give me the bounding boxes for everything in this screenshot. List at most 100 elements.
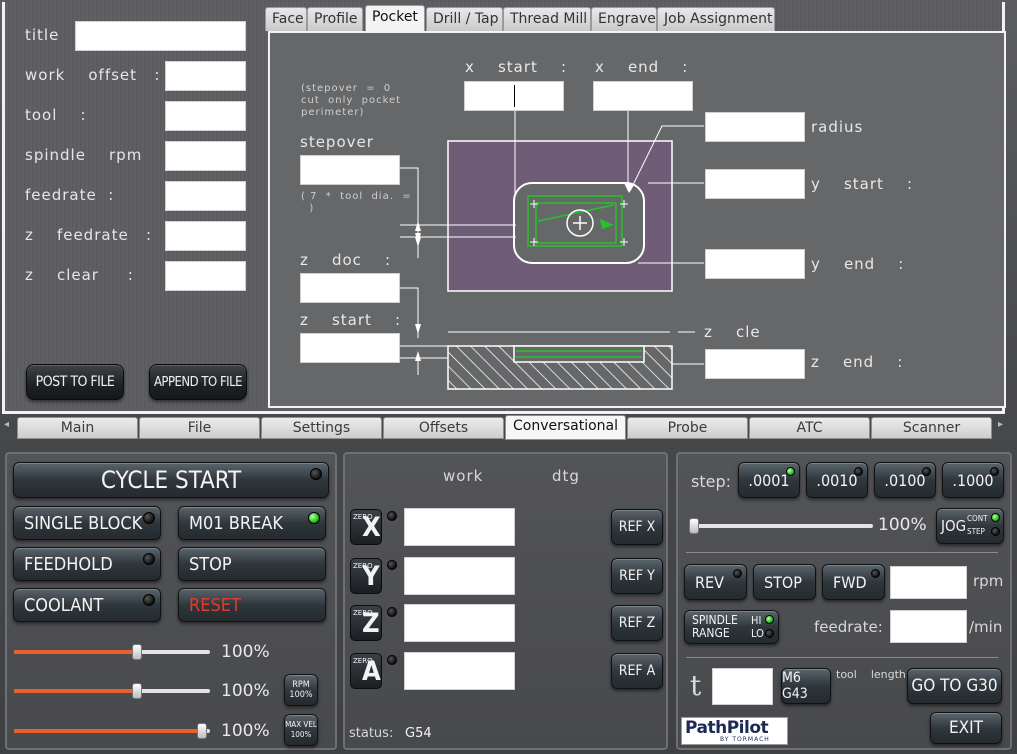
cont-label: CONT — [967, 514, 988, 523]
feed-override-value: 100% — [221, 642, 270, 662]
tab-pocket[interactable]: Pocket — [365, 5, 425, 32]
tab-probe[interactable]: Probe — [627, 417, 748, 439]
go-to-g30-button[interactable]: GO TO G30 — [907, 668, 1002, 704]
jog-speed-slider[interactable] — [689, 518, 873, 534]
ref-x-button[interactable]: REF X — [611, 509, 663, 545]
step-0001-label: .0001 — [748, 470, 790, 490]
spindle-rpm-input[interactable] — [165, 141, 246, 171]
ref-y-button[interactable]: REF Y — [611, 558, 663, 594]
feedrate-input[interactable] — [165, 181, 246, 211]
step-label: step: — [691, 472, 731, 491]
jog-mode-button[interactable]: JOG CONT STEP — [936, 508, 1004, 544]
x-start-input[interactable] — [464, 81, 564, 111]
tab-scroll-left-icon[interactable]: ◂ — [4, 419, 14, 435]
cycle-start-button[interactable]: CYCLE START — [13, 462, 329, 498]
title-input[interactable] — [75, 21, 246, 51]
feedhold-button[interactable]: FEEDHOLD — [13, 547, 161, 581]
fwd-label: FWD — [833, 572, 867, 592]
rpm-input[interactable] — [890, 566, 967, 599]
jog-speed-knob[interactable] — [689, 518, 699, 534]
maxvel-override-slider[interactable] — [14, 723, 210, 739]
z-end-input[interactable] — [705, 349, 805, 379]
reset-button[interactable]: RESET — [178, 588, 326, 622]
tab-offsets[interactable]: Offsets — [383, 417, 504, 439]
y-end-input[interactable] — [705, 249, 805, 279]
tab-scroll-right-icon[interactable]: ▸ — [998, 419, 1008, 435]
z-dro-input[interactable] — [404, 604, 515, 642]
tab-drill-tap[interactable]: Drill / Tap — [426, 7, 503, 31]
maxvel-reset-button[interactable]: MAX VEL 100% — [284, 714, 318, 746]
zero-z-text: ZERO — [353, 609, 373, 617]
m01-break-label: M01 BREAK — [189, 512, 283, 534]
coolant-button[interactable]: COOLANT — [13, 588, 161, 622]
jog-spindle-panel: step: .0001 .0010 .0100 .1000 100% JOG C… — [676, 452, 1012, 750]
hi-led — [765, 615, 774, 624]
y-start-input[interactable] — [705, 169, 805, 199]
m6-g43-button[interactable]: M6 G43 — [781, 668, 831, 704]
zero-z-button[interactable]: ZERO Z — [350, 605, 382, 641]
step-0010-led — [854, 467, 863, 476]
spindle-fwd-button[interactable]: FWD — [822, 564, 885, 600]
tool-label: tool : — [25, 106, 87, 124]
zero-a-text: ZERO — [353, 657, 373, 665]
rpm-override-fill — [14, 689, 138, 693]
tab-thread-mill[interactable]: Thread Mill — [503, 7, 591, 31]
conversational-frame: title : work offset : tool : spindle rpm… — [2, 2, 1006, 414]
ref-a-button[interactable]: REF A — [611, 653, 663, 689]
radius-input[interactable] — [705, 112, 805, 142]
step-0001-button[interactable]: .0001 — [738, 462, 800, 498]
tool-number-input[interactable] — [712, 668, 773, 705]
z-clear-input[interactable] — [165, 261, 246, 291]
m01-break-button[interactable]: M01 BREAK — [178, 506, 326, 540]
feed-override-knob[interactable] — [132, 644, 143, 660]
feed-override-slider[interactable] — [14, 644, 210, 660]
tab-scanner[interactable]: Scanner — [871, 417, 992, 439]
tab-file[interactable]: File — [139, 417, 260, 439]
stepover-input[interactable] — [300, 155, 400, 185]
maxvel-override-value: 100% — [221, 721, 270, 741]
zero-y-button[interactable]: ZERO Y — [350, 558, 382, 594]
tab-engrave[interactable]: Engrave — [591, 7, 657, 31]
exit-button[interactable]: EXIT — [930, 712, 1002, 744]
zero-x-button[interactable]: ZERO X — [350, 509, 382, 545]
tab-job-assignment[interactable]: Job Assignment — [657, 7, 775, 31]
x-end-input[interactable] — [593, 81, 693, 111]
a-dro-input[interactable] — [404, 652, 515, 690]
tab-settings[interactable]: Settings — [261, 417, 382, 439]
stop-button[interactable]: STOP — [178, 547, 326, 581]
divider — [686, 552, 998, 553]
single-block-button[interactable]: SINGLE BLOCK — [13, 506, 161, 540]
post-to-file-button[interactable]: POST TO FILE — [26, 364, 124, 400]
append-to-file-button[interactable]: APPEND TO FILE — [149, 364, 247, 400]
step-0100-button[interactable]: .0100 — [874, 462, 936, 498]
work-offset-input[interactable] — [165, 61, 246, 91]
lo-led — [765, 629, 774, 638]
tab-conversational[interactable]: Conversational — [505, 415, 626, 440]
zero-a-button[interactable]: ZERO A — [350, 653, 382, 689]
rpm-override-slider[interactable] — [14, 683, 210, 699]
spindle-stop-button[interactable]: STOP — [753, 564, 816, 600]
z-feedrate-input[interactable] — [165, 221, 246, 251]
tab-main[interactable]: Main — [17, 417, 138, 439]
tab-profile[interactable]: Profile — [307, 7, 363, 31]
tab-atc[interactable]: ATC — [749, 417, 870, 439]
spindle-feedrate-input[interactable] — [890, 610, 967, 643]
rpm-unit-label: rpm — [973, 572, 1004, 590]
tool-input[interactable] — [165, 101, 246, 131]
z-doc-label: z doc : — [300, 251, 392, 269]
ref-z-button[interactable]: REF Z — [611, 605, 663, 641]
maxvel-override-knob[interactable] — [197, 723, 208, 739]
a-axis-letter: A — [362, 656, 381, 687]
y-dro-input[interactable] — [404, 557, 515, 595]
tab-face[interactable]: Face — [265, 7, 307, 31]
step-0010-button[interactable]: .0010 — [806, 462, 868, 498]
rpm-override-knob[interactable] — [132, 683, 143, 699]
z-doc-input[interactable] — [300, 273, 400, 303]
spindle-rev-button[interactable]: REV — [684, 564, 747, 600]
z-start-input[interactable] — [300, 333, 400, 363]
rpm-reset-button[interactable]: RPM 100% — [284, 674, 318, 706]
x-dro-input[interactable] — [404, 508, 515, 546]
spindle-range-button[interactable]: SPINDLE RANGE HI LO — [684, 610, 779, 644]
feedhold-label: FEEDHOLD — [24, 553, 113, 575]
step-1000-button[interactable]: .1000 — [942, 462, 1004, 498]
